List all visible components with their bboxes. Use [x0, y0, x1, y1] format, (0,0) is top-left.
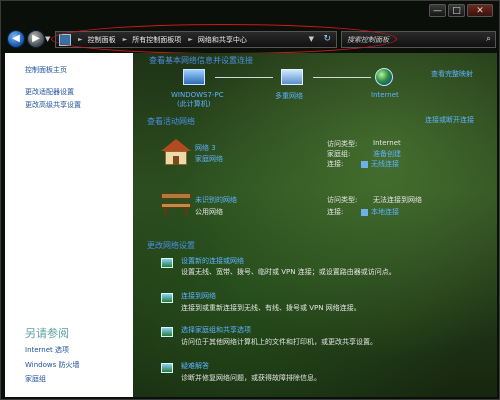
network1-conn-link[interactable]: 无线连接 — [361, 159, 399, 169]
network1-homegroup-label: 家庭组: — [327, 150, 351, 158]
left-pane: 控制面板主页 更改适配器设置 更改高级共享设置 另请参阅 Internet 选项… — [5, 53, 133, 397]
network1-name: 网络 3 — [195, 144, 216, 152]
troubleshoot-icon — [161, 363, 173, 373]
homegroup-sharing-icon — [161, 327, 173, 337]
internet-node-label: Internet — [371, 91, 399, 99]
connect-disconnect-link[interactable]: 连接或断开连接 — [425, 115, 474, 125]
change-adapter-settings-link[interactable]: 更改适配器设置 — [25, 87, 74, 97]
network-icon — [281, 69, 303, 85]
windows-firewall-link[interactable]: Windows 防火墙 — [25, 360, 79, 370]
change-advanced-sharing-link[interactable]: 更改高级共享设置 — [25, 100, 81, 110]
network2-type: 公用网络 — [195, 208, 223, 216]
main-content: 查看基本网络信息并设置连接 查看完整映射 WINDOWS7-PC (此计算机) … — [133, 53, 497, 397]
pc-icon — [183, 69, 205, 85]
multiple-networks-label: 多重网络 — [275, 92, 303, 100]
homegroup-sharing-desc: 访问位于其他网络计算机上的文件和打印机，或更改共享设置。 — [181, 338, 377, 346]
network1-conn-text: 无线连接 — [371, 160, 399, 168]
active-networks-heading: 查看活动网络 — [147, 117, 195, 126]
homegroup-sharing-link[interactable]: 选择家庭组和共享选项 — [181, 325, 251, 335]
network2-name: 未识别的网络 — [195, 196, 237, 204]
network2-access-label: 访问类型: — [327, 196, 358, 204]
network2-conn-text: 本地连接 — [371, 208, 399, 216]
see-full-map-link[interactable]: 查看完整映射 — [431, 69, 473, 79]
minimize-button[interactable]: — — [429, 4, 446, 17]
public-network-icon — [161, 193, 191, 215]
globe-icon — [375, 68, 393, 86]
troubleshoot-desc: 诊断并修复网络问题，或获得故障排除信息。 — [181, 374, 321, 382]
page-title: 查看基本网络信息并设置连接 — [149, 56, 253, 65]
connect-network-link[interactable]: 连接到网络 — [181, 291, 216, 301]
highlight-oval — [51, 24, 397, 54]
map-connector — [215, 77, 273, 78]
new-connection-icon — [161, 258, 173, 268]
back-button[interactable]: ◀ — [7, 30, 25, 48]
forward-button[interactable]: ▶ — [27, 30, 45, 48]
network1-access-label: 访问类型: — [327, 140, 358, 148]
caption-buttons: — □ ✕ — [429, 4, 493, 17]
ethernet-icon — [361, 208, 368, 216]
connect-network-icon — [161, 293, 173, 303]
network-sharing-window: — □ ✕ ◀ ▶ ▼ ► 控制面板 ► 所有控制面板项 ► 网络和共享中心 ▼… — [0, 0, 500, 400]
network2-conn-label: 连接: — [327, 208, 344, 216]
new-connection-link[interactable]: 设置新的连接或网络 — [181, 256, 244, 266]
map-connector — [313, 77, 371, 78]
network1-homegroup-link[interactable]: 准备创建 — [373, 149, 401, 159]
control-panel-home-link[interactable]: 控制面板主页 — [25, 65, 67, 75]
maximize-button[interactable]: □ — [448, 4, 465, 17]
pc-node-sub: (此计算机) — [177, 100, 211, 108]
internet-options-link[interactable]: Internet 选项 — [25, 345, 69, 355]
search-icon[interactable]: ⌕ — [486, 34, 491, 44]
network2-conn-link[interactable]: 本地连接 — [361, 207, 399, 217]
home-network-icon — [161, 139, 191, 165]
network2-access-value: 无法连接到网络 — [373, 196, 422, 204]
recent-pages-dropdown[interactable]: ▼ — [45, 35, 50, 43]
troubleshoot-link[interactable]: 疑难解答 — [181, 361, 209, 371]
change-settings-heading: 更改网络设置 — [147, 241, 195, 250]
homegroup-link[interactable]: 家庭组 — [25, 374, 46, 384]
wireless-signal-icon — [361, 160, 368, 168]
see-also-heading: 另请参阅 — [25, 327, 69, 340]
network1-conn-label: 连接: — [327, 160, 344, 168]
network1-type-link[interactable]: 家庭网络 — [195, 154, 223, 164]
connect-network-desc: 连接到或重新连接到无线、有线、拨号或 VPN 网络连接。 — [181, 304, 361, 312]
new-connection-desc: 设置无线、宽带、拨号、临时或 VPN 连接；或设置路由器或访问点。 — [181, 268, 396, 276]
close-button[interactable]: ✕ — [467, 4, 493, 17]
pc-node-label: WINDOWS7-PC — [171, 91, 224, 99]
network1-access-value: Internet — [373, 139, 401, 147]
